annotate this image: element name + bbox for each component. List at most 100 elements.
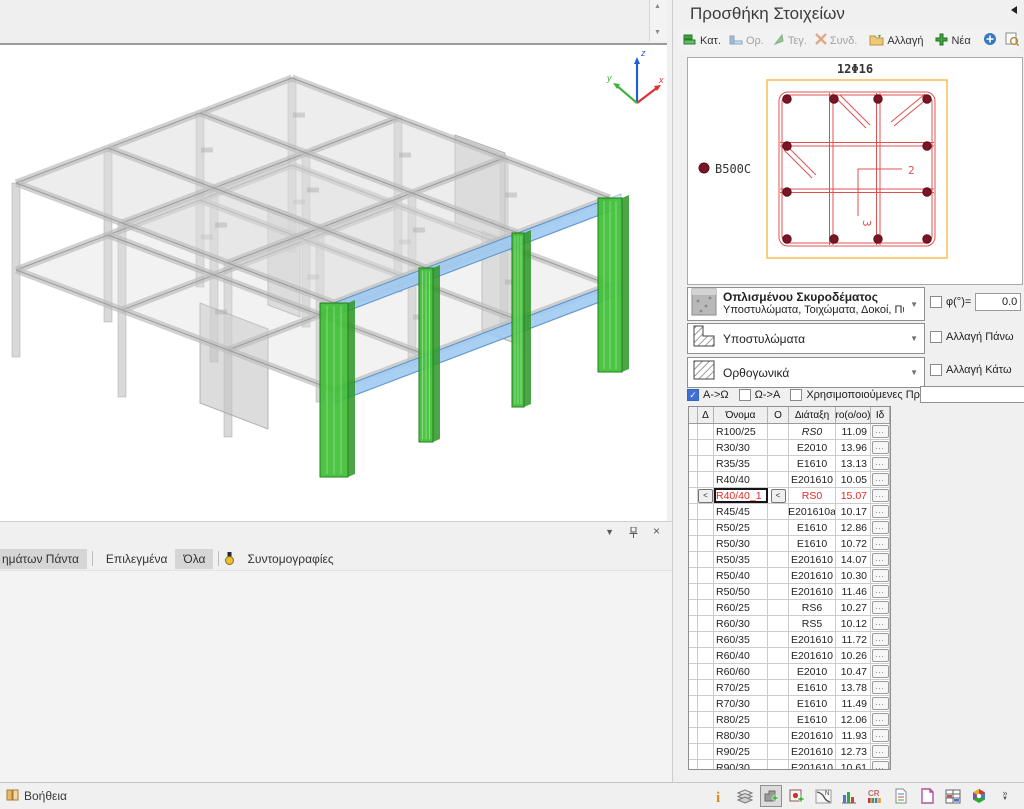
row-more-button[interactable]: ... — [872, 665, 889, 678]
change-top-checkbox[interactable] — [930, 331, 942, 343]
table-row[interactable]: R50/30E161010.72... — [689, 536, 890, 552]
beams-button[interactable]: Τεγ. — [768, 31, 811, 51]
table-row[interactable]: R60/25RS610.27... — [689, 600, 890, 616]
table-row[interactable]: R80/25E161012.06... — [689, 712, 890, 728]
table-row[interactable]: R50/35E20161014.07... — [689, 552, 890, 568]
header-layout[interactable]: Διάταξη — [789, 407, 836, 423]
status-overflow-icon[interactable]: »▼ — [994, 785, 1016, 807]
row-more-button[interactable]: ... — [872, 585, 889, 598]
row-more-button[interactable]: ... — [872, 761, 889, 770]
table-row[interactable]: R50/40E20161010.30... — [689, 568, 890, 584]
row-more-button[interactable]: ... — [872, 553, 889, 566]
table-row[interactable]: R35/35E161013.13... — [689, 456, 890, 472]
header-name[interactable]: Όνομα — [714, 407, 768, 423]
row-more-button[interactable]: ... — [872, 489, 889, 502]
selected-column-side[interactable] — [622, 195, 629, 372]
new-button[interactable]: Νέα — [931, 31, 974, 51]
strip-scrollbar[interactable]: ▲ ▼ — [649, 0, 667, 41]
table-row[interactable]: R60/40E20161010.26... — [689, 648, 890, 664]
panel-menu-arrow-icon[interactable]: ▼ — [605, 527, 614, 540]
table-row[interactable]: R60/30RS510.12... — [689, 616, 890, 632]
row-more-button[interactable]: ... — [872, 425, 889, 438]
table-row[interactable]: R40/40E20161010.05... — [689, 472, 890, 488]
floors-button[interactable]: Ορ. — [725, 31, 768, 51]
table-cell[interactable]: ... — [871, 728, 890, 743]
tab-all[interactable]: Όλα — [175, 549, 213, 569]
row-more-button[interactable]: ... — [872, 697, 889, 710]
table-cell[interactable]: ... — [871, 536, 890, 551]
sort-za-checkbox[interactable] — [739, 389, 751, 401]
header-id[interactable]: Ιδ — [871, 407, 890, 423]
pin-icon[interactable] — [629, 527, 638, 540]
table-row[interactable]: R70/25E161013.78... — [689, 680, 890, 696]
results-bars-icon[interactable] — [838, 785, 860, 807]
table-cell[interactable]: ... — [871, 584, 890, 599]
table-row[interactable]: R70/30E161011.49... — [689, 696, 890, 712]
row-more-button[interactable]: ... — [872, 537, 889, 550]
collapse-arrow-icon[interactable] — [1011, 6, 1017, 14]
close-icon[interactable]: × — [653, 527, 660, 540]
table-cell[interactable]: < — [768, 488, 789, 503]
table-row[interactable]: R60/60E201010.47... — [689, 664, 890, 680]
report-icon[interactable] — [890, 785, 912, 807]
row-more-button[interactable]: ... — [872, 713, 889, 726]
table-row[interactable]: R90/25E20161012.73... — [689, 744, 890, 760]
table-cell[interactable]: ... — [871, 568, 890, 583]
table-cell[interactable]: ... — [871, 552, 890, 567]
row-more-button[interactable]: ... — [872, 681, 889, 694]
phi-input[interactable]: 0.0 — [975, 293, 1021, 311]
detail-table-icon[interactable] — [942, 785, 964, 807]
table-cell[interactable]: ... — [871, 648, 890, 663]
table-row[interactable]: R30/30E201013.96... — [689, 440, 890, 456]
row-edit-button[interactable]: < — [771, 489, 786, 503]
tab-abbreviations[interactable]: Συντομογραφίες — [239, 549, 341, 569]
table-cell[interactable]: ... — [871, 744, 890, 759]
table-cell[interactable]: ... — [871, 632, 890, 647]
table-cell[interactable]: ... — [871, 600, 890, 615]
info-icon[interactable]: i — [708, 785, 730, 807]
blank-page-icon[interactable] — [916, 785, 938, 807]
table-cell[interactable]: ... — [871, 680, 890, 695]
row-more-button[interactable]: ... — [872, 569, 889, 582]
header-ro[interactable]: ro(o/oo) — [836, 407, 871, 423]
table-cell[interactable]: < — [698, 488, 714, 503]
material-combo[interactable]: Οπλισμένου Σκυροδέματος Υποστυλώματα, Το… — [687, 287, 925, 321]
row-more-button[interactable]: ... — [872, 617, 889, 630]
viewport-3d[interactable]: zxy — [0, 45, 667, 521]
selected-column-side[interactable] — [524, 230, 531, 407]
add-section-icon[interactable] — [760, 785, 782, 807]
interaction-chart-icon[interactable]: N — [812, 785, 834, 807]
scroll-up-icon[interactable]: ▲ — [650, 0, 665, 13]
table-cell[interactable]: ... — [871, 440, 890, 455]
selected-column-side[interactable] — [433, 265, 440, 442]
zoom-fit-button[interactable] — [979, 30, 1001, 51]
connections-button[interactable]: Συνδ. — [811, 31, 862, 50]
table-cell[interactable]: ... — [871, 664, 890, 679]
categories-button[interactable]: Κατ. — [679, 31, 725, 51]
row-more-button[interactable]: ... — [872, 457, 889, 470]
change-bottom-checkbox[interactable] — [930, 364, 942, 376]
row-more-button[interactable]: ... — [872, 649, 889, 662]
tab-messages-always[interactable]: ημάτων Πάντα — [0, 549, 87, 569]
header-delta[interactable]: Δ — [698, 407, 714, 423]
table-cell[interactable]: ... — [871, 456, 890, 471]
table-cell[interactable]: ... — [871, 504, 890, 519]
row-edit-button[interactable]: < — [698, 489, 713, 503]
color-palette-icon[interactable] — [968, 785, 990, 807]
row-more-button[interactable]: ... — [872, 729, 889, 742]
filter-input[interactable] — [920, 386, 1024, 403]
table-cell[interactable]: ... — [871, 616, 890, 631]
row-more-button[interactable]: ... — [872, 505, 889, 518]
sort-az-checkbox[interactable]: ✓ — [687, 389, 699, 401]
table-cell[interactable]: ... — [871, 696, 890, 711]
table-row[interactable]: R60/35E20161011.72... — [689, 632, 890, 648]
table-row[interactable]: R80/30E20161011.93... — [689, 728, 890, 744]
scroll-down-icon[interactable]: ▼ — [650, 26, 665, 39]
phi-checkbox[interactable] — [930, 296, 942, 308]
table-cell[interactable]: ... — [871, 472, 890, 487]
table-row[interactable]: R45/45E201610a10.17... — [689, 504, 890, 520]
add-node-icon[interactable] — [786, 785, 808, 807]
row-more-button[interactable]: ... — [872, 473, 889, 486]
help-label[interactable]: Βοήθεια — [24, 789, 67, 803]
table-row[interactable]: R100/25RS011.09... — [689, 424, 890, 440]
